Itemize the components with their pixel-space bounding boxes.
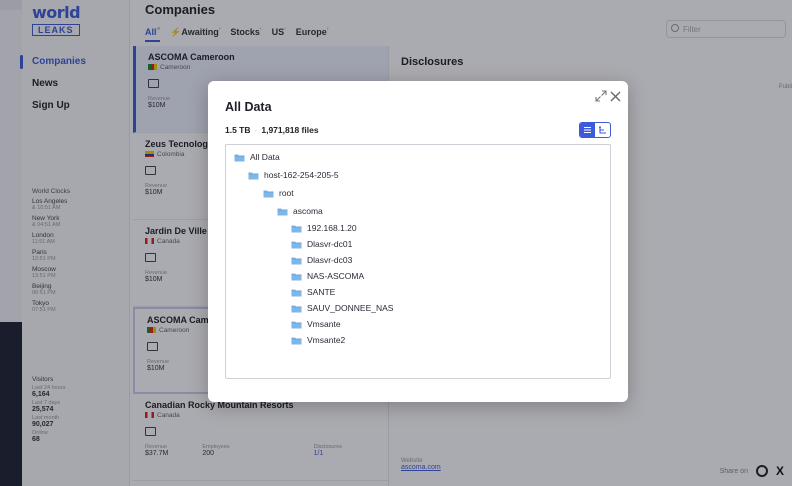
tree-node-folder[interactable]: Vmsante2 (226, 332, 610, 348)
tree-node-all-data[interactable]: All Data (226, 148, 610, 166)
folder-icon (263, 190, 274, 197)
tree-node-host[interactable]: host-162-254-205-5 (226, 166, 610, 184)
tree-node-folder[interactable]: SANTE (226, 284, 610, 300)
expand-icon[interactable] (595, 90, 607, 102)
file-tree: All Data host-162-254-205-5 root ascoma … (225, 144, 611, 379)
all-data-modal: All Data 1.5 TB · 1,971,818 files All Data… (208, 81, 628, 402)
tree-node-folder[interactable]: SAUV_DONNEE_NAS (226, 300, 610, 316)
folder-icon (248, 172, 259, 179)
folder-icon (291, 225, 302, 232)
tree-node-folder[interactable]: Vmsante (226, 316, 610, 332)
folder-icon (234, 154, 245, 161)
tree-node-folder[interactable]: NAS-ASCOMA (226, 268, 610, 284)
data-summary: 1.5 TB · 1,971,818 files (225, 125, 319, 135)
modal-title: All Data (225, 100, 272, 114)
folder-icon (291, 273, 302, 280)
tree-view-button[interactable] (595, 123, 610, 137)
total-size: 1.5 TB (225, 125, 251, 135)
folder-icon (291, 337, 302, 344)
folder-icon (291, 257, 302, 264)
tree-icon (598, 125, 606, 134)
folder-icon (291, 321, 302, 328)
list-view-button[interactable] (580, 123, 595, 137)
tree-node-ascoma[interactable]: ascoma (226, 202, 610, 220)
tree-node-folder[interactable]: Dlasvr-dc01 (226, 236, 610, 252)
tree-node-folder[interactable]: 192.168.1.20 (226, 220, 610, 236)
tree-node-folder[interactable]: Dlasvr-dc03 (226, 252, 610, 268)
folder-icon (277, 208, 288, 215)
tree-node-root[interactable]: root (226, 184, 610, 202)
list-icon (584, 126, 591, 134)
close-icon[interactable] (609, 90, 622, 103)
folder-icon (291, 289, 302, 296)
folder-icon (291, 241, 302, 248)
folder-icon (291, 305, 302, 312)
view-toggle (579, 122, 611, 138)
file-count: 1,971,818 files (261, 125, 319, 135)
